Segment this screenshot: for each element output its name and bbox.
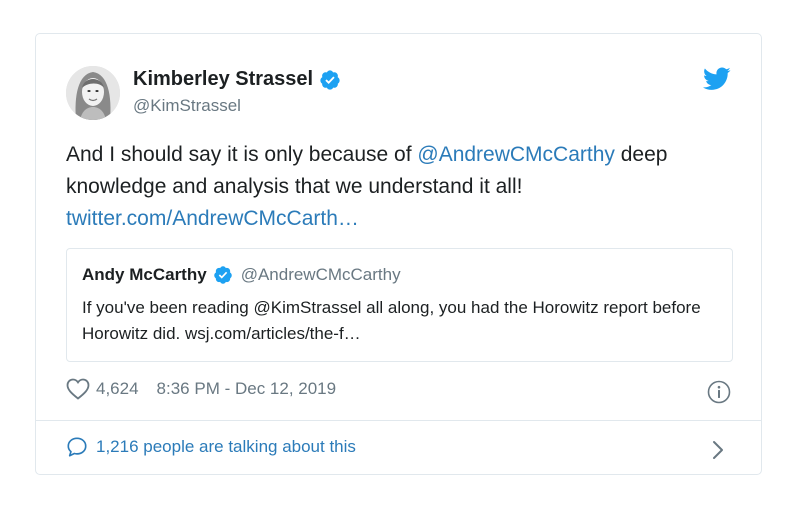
author-name-row[interactable]: Kimberley Strassel bbox=[133, 68, 341, 91]
quoted-tweet[interactable]: Andy McCarthy @AndrewCMcCarthy If you've… bbox=[66, 248, 733, 362]
tweet-mention-link[interactable]: @AndrewCMcCarthy bbox=[417, 143, 615, 166]
verified-badge-icon bbox=[213, 266, 232, 284]
quoted-tweet-text: If you've been reading @KimStrassel all … bbox=[82, 298, 701, 343]
author-handle[interactable]: @KimStrassel bbox=[133, 96, 241, 116]
author-name[interactable]: Kimberley Strassel bbox=[133, 68, 313, 91]
heart-icon[interactable] bbox=[66, 378, 90, 400]
tweet-text: And I should say it is only because of @… bbox=[66, 139, 746, 235]
tweet-url-link[interactable]: twitter.com/AndrewCMcCarth… bbox=[66, 207, 359, 230]
tweet-card: Kimberley Strassel @KimStrassel And I sh… bbox=[35, 33, 762, 475]
like-count[interactable]: 4,624 bbox=[96, 379, 139, 399]
quoted-author-name: Andy McCarthy bbox=[82, 265, 207, 284]
avatar-portrait bbox=[66, 66, 120, 120]
tweet-meta: 4,624 8:36 PM - Dec 12, 2019 bbox=[66, 378, 336, 400]
tweet-timestamp[interactable]: 8:36 PM - Dec 12, 2019 bbox=[157, 379, 337, 399]
twitter-bird-icon[interactable] bbox=[703, 67, 731, 91]
tweet-text-part-1: And I should say it is only because of bbox=[66, 143, 418, 166]
quoted-tweet-header: Andy McCarthy @AndrewCMcCarthy bbox=[82, 265, 401, 285]
footer-divider bbox=[36, 420, 761, 421]
quoted-author-handle: @AndrewCMcCarthy bbox=[240, 265, 401, 284]
author-avatar[interactable] bbox=[66, 66, 120, 120]
chevron-right-icon[interactable] bbox=[711, 439, 725, 461]
verified-badge-icon bbox=[320, 69, 340, 90]
conversation-count-text[interactable]: 1,216 people are talking about this bbox=[96, 437, 356, 457]
info-icon[interactable] bbox=[707, 380, 731, 404]
speech-bubble-icon bbox=[67, 437, 87, 457]
conversation-link[interactable]: 1,216 people are talking about this bbox=[66, 436, 356, 458]
